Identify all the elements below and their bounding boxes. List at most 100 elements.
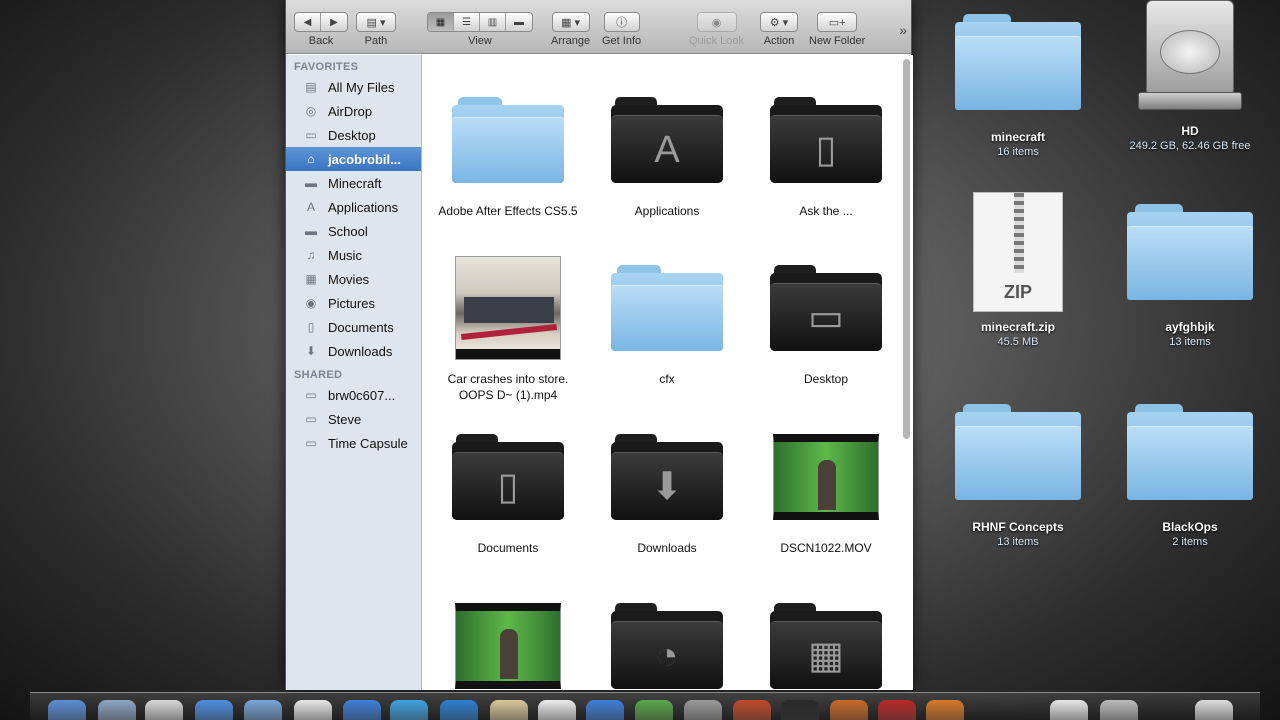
- file-item[interactable]: DSCN1022.MOV: [751, 422, 901, 556]
- desktop-item[interactable]: minecraft 16 items: [938, 6, 1098, 158]
- desktop-item[interactable]: ZIP minecraft.zip 45.5 MB: [938, 192, 1098, 348]
- sidebar-item[interactable]: ▯ Documents: [286, 315, 421, 339]
- eye-icon[interactable]: ◉: [696, 12, 737, 32]
- sidebar-item[interactable]: ▬ Minecraft: [286, 171, 421, 195]
- icon-view-content: Adobe After Effects CS5.5 A Applications ▯ A…: [423, 55, 913, 690]
- desktop-item[interactable]: BlackOps 2 items: [1110, 396, 1270, 548]
- file-item[interactable]: [433, 591, 583, 690]
- path-button[interactable]: ▤ ▾: [356, 12, 396, 32]
- back-arrow-icon[interactable]: ◀: [295, 13, 321, 31]
- sidebar-item[interactable]: ▤ All My Files: [286, 75, 421, 99]
- sidebar-item[interactable]: ♫ Music: [286, 243, 421, 267]
- column-view-icon[interactable]: ▥: [480, 13, 506, 31]
- file-item[interactable]: cfx: [592, 253, 742, 387]
- toolbar-overflow-icon[interactable]: »: [899, 22, 907, 38]
- file-item[interactable]: A Applications: [592, 85, 742, 219]
- dock-app-icon[interactable]: [781, 700, 819, 720]
- info-icon[interactable]: ⓘ: [603, 12, 640, 32]
- file-item[interactable]: ⬇ Downloads: [592, 422, 742, 556]
- back-forward-group: ◀ ▶ Back: [294, 12, 348, 47]
- movies-icon: ▦: [305, 272, 317, 286]
- downloads-icon: ⬇: [305, 344, 317, 358]
- dock-app-icon[interactable]: [926, 700, 964, 720]
- sidebar-item[interactable]: A Applications: [286, 195, 421, 219]
- file-item[interactable]: Car crashes into store. OOPS D~ (1).mp4: [433, 253, 583, 403]
- dock-app-icon[interactable]: [733, 700, 771, 720]
- dock-app-icon[interactable]: [830, 700, 868, 720]
- sidebar-item[interactable]: ◉ Pictures: [286, 291, 421, 315]
- video-thumbnail-icon: [448, 591, 568, 690]
- dock-app-icon[interactable]: [1195, 700, 1233, 720]
- sidebar: FAVORITES ▤ All My Files ◎ AirDrop ▭ Desktop ⌂…: [286, 55, 422, 690]
- file-item[interactable]: ▯ Ask the ...: [751, 85, 901, 219]
- dock-app-icon[interactable]: [586, 700, 624, 720]
- dark-folder-icon: ▯: [766, 85, 886, 195]
- sidebar-item-label: Time Capsule: [328, 435, 408, 451]
- file-item[interactable]: ▦: [751, 591, 901, 690]
- sidebar-item[interactable]: ◎ AirDrop: [286, 99, 421, 123]
- file-item[interactable]: ◔: [592, 591, 742, 690]
- dock-app-icon[interactable]: [1100, 700, 1138, 720]
- forward-arrow-icon[interactable]: ▶: [321, 13, 347, 31]
- dock-app-icon[interactable]: [1050, 700, 1088, 720]
- desktop-item-info: 16 items: [997, 146, 1039, 158]
- dock-app-icon[interactable]: [440, 700, 478, 720]
- get-info-label: Get Info: [602, 35, 642, 47]
- sidebar-item[interactable]: ▬ School: [286, 219, 421, 243]
- desktop-item-name: HD: [1181, 124, 1199, 138]
- sidebar-item-label: Desktop: [328, 127, 376, 143]
- sidebar-item[interactable]: ⌂ jacobrobil...: [286, 147, 421, 171]
- dock-app-icon[interactable]: [98, 700, 136, 720]
- get-info-group: ⓘ Get Info: [602, 12, 641, 47]
- sidebar-item-label: School: [328, 223, 368, 239]
- file-item[interactable]: Adobe After Effects CS5.5: [433, 85, 583, 219]
- sidebar-item-label: Documents: [328, 319, 394, 335]
- desktop-item[interactable]: RHNF Concepts 13 items: [938, 396, 1098, 548]
- dock-app-icon[interactable]: [195, 700, 233, 720]
- shared-list: ▭ brw0c607... ▭ Steve ▭ Time Capsule: [286, 383, 421, 455]
- icon-view-icon[interactable]: ▦: [428, 13, 454, 31]
- dock-app-icon[interactable]: [294, 700, 332, 720]
- coverflow-view-icon[interactable]: ▬: [506, 13, 532, 31]
- sidebar-item[interactable]: ▭ brw0c607...: [286, 383, 421, 407]
- sidebar-item[interactable]: ▭ Desktop: [286, 123, 421, 147]
- file-item[interactable]: ▯ Documents: [433, 422, 583, 556]
- list-view-icon[interactable]: ☰: [454, 13, 480, 31]
- sidebar-item-label: Downloads: [328, 343, 393, 359]
- sidebar-item-label: All My Files: [328, 79, 395, 95]
- desktop-item[interactable]: ayfghbjk 13 items: [1110, 196, 1270, 348]
- file-item-label: Documents: [477, 541, 539, 555]
- sidebar-item[interactable]: ▦ Movies: [286, 267, 421, 291]
- shared-heading: SHARED: [294, 369, 343, 381]
- pictures-icon: ◉: [305, 296, 317, 310]
- sidebar-item-label: Movies: [328, 271, 370, 287]
- dark-folder-icon: ◔: [607, 591, 727, 690]
- dock-app-icon[interactable]: [145, 700, 183, 720]
- arrange-button[interactable]: ▦ ▾: [551, 12, 590, 32]
- dock-app-icon[interactable]: [244, 700, 282, 720]
- dock-app-icon[interactable]: [343, 700, 381, 720]
- dock-app-icon[interactable]: [48, 700, 86, 720]
- gear-icon[interactable]: ⚙ ▾: [760, 12, 798, 32]
- dock-app-icon[interactable]: [684, 700, 722, 720]
- sidebar-item-label: AirDrop: [328, 103, 373, 119]
- desktop-item-info: 249.2 GB, 62.46 GB free: [1129, 140, 1251, 152]
- folder-icon: [1127, 396, 1253, 508]
- dock-app-icon[interactable]: [538, 700, 576, 720]
- dock-app-icon[interactable]: [490, 700, 528, 720]
- new-folder-icon[interactable]: ▭+: [817, 12, 858, 32]
- desktop-item-info: 2 items: [1172, 536, 1208, 548]
- dock-app-icon[interactable]: [390, 700, 428, 720]
- vertical-scrollbar[interactable]: [903, 59, 910, 439]
- file-item[interactable]: ▭ Desktop: [751, 253, 901, 387]
- sidebar-item[interactable]: ▭ Steve: [286, 407, 421, 431]
- desktop-item-name: BlackOps: [1162, 520, 1218, 534]
- dock-app-icon[interactable]: [878, 700, 916, 720]
- sidebar-item[interactable]: ⬇ Downloads: [286, 339, 421, 363]
- favorites-list: ▤ All My Files ◎ AirDrop ▭ Desktop ⌂ jacobrobil…: [286, 75, 421, 363]
- desktop-icon: ▭: [305, 128, 317, 142]
- sidebar-item[interactable]: ▭ Time Capsule: [286, 431, 421, 455]
- desktop-item[interactable]: HD 249.2 GB, 62.46 GB free: [1110, 0, 1270, 152]
- dock-app-icon[interactable]: [635, 700, 673, 720]
- computer-icon: ▭: [305, 388, 317, 402]
